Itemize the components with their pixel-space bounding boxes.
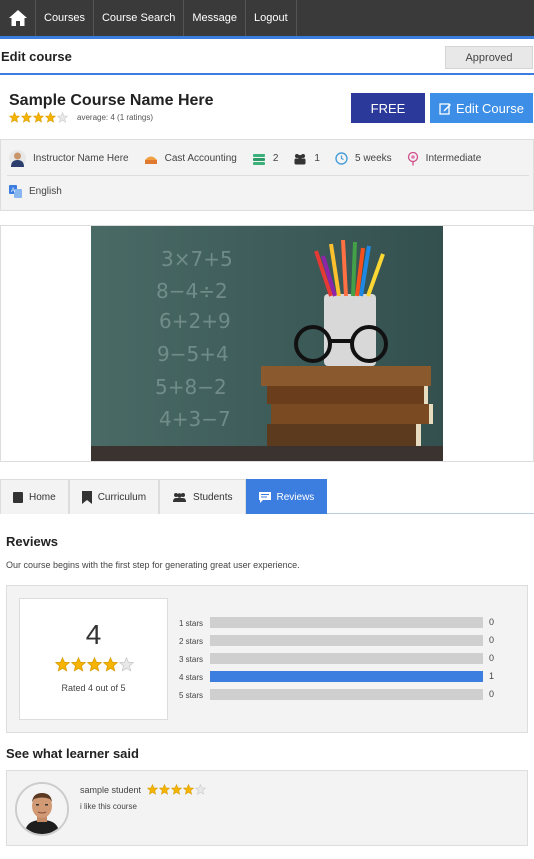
course-info-box: Instructor Name Here Cast Accounting 2 1… <box>0 139 534 211</box>
learner-comment: i like this course <box>80 802 137 811</box>
rating-bar-label: 5 stars <box>179 690 204 700</box>
rating-bar-count: 0 <box>489 617 495 627</box>
rating-bar-count: 1 <box>489 671 495 681</box>
top-nav: Courses Course Search Message Logout <box>0 0 534 36</box>
level-text: Intermediate <box>425 153 482 164</box>
tab-reviews[interactable]: Reviews <box>245 479 328 514</box>
nav-logout[interactable]: Logout <box>246 0 297 36</box>
info-instructor[interactable]: Instructor Name Here <box>9 150 129 167</box>
rating-bar-count: 0 <box>489 689 495 699</box>
lessons-stack-icon <box>252 153 266 165</box>
home-button[interactable] <box>0 0 36 36</box>
home-icon <box>8 10 27 26</box>
lessons-count: 2 <box>272 153 279 164</box>
rating-bar-track <box>210 617 483 628</box>
average-score: 4 <box>85 619 102 650</box>
users-icon <box>173 492 187 502</box>
tab-home[interactable]: Home <box>0 479 69 514</box>
category-icon <box>144 153 158 165</box>
score-card: 4 Rated 4 out of 5 <box>19 598 168 720</box>
score-text: Rated 4 out of 5 <box>61 683 126 693</box>
info-category[interactable]: Cast Accounting <box>144 153 237 165</box>
svg-text:4+3−7: 4+3−7 <box>159 407 231 431</box>
rating-bar-row: 5 stars 0 <box>179 689 494 701</box>
tab-reviews-label: Reviews <box>276 491 315 503</box>
students-count: 1 <box>314 153 320 164</box>
students-icon <box>293 153 307 165</box>
reviews-heading: Reviews <box>6 534 59 549</box>
edit-course-button[interactable]: Edit Course <box>430 93 533 123</box>
svg-text:9−5+4: 9−5+4 <box>157 342 229 366</box>
learner-heading: See what learner said <box>6 746 139 761</box>
clock-icon <box>335 152 348 165</box>
tab-curriculum-label: Curriculum <box>97 491 147 503</box>
tab-students-label: Students <box>193 491 233 503</box>
instructor-avatar-icon <box>9 150 26 167</box>
rating-bar-label: 2 stars <box>179 636 204 646</box>
info-divider <box>7 175 529 176</box>
course-title: Sample Course Name Here <box>9 92 214 109</box>
rating-bar-row: 1 stars 0 <box>179 617 494 629</box>
price-button[interactable]: FREE <box>351 93 425 123</box>
rating-bar-label: 3 stars <box>179 654 204 664</box>
nav-message[interactable]: Message <box>184 0 246 36</box>
language-icon: A <box>9 185 22 198</box>
rating-bar-count: 0 <box>489 653 495 663</box>
page-title: Edit course <box>1 49 72 64</box>
learner-name-row: sample student <box>80 784 207 795</box>
course-stars <box>9 112 69 123</box>
rating-bar-label: 4 stars <box>179 672 204 682</box>
learner-stars <box>147 784 207 795</box>
tab-home-label: Home <box>29 491 56 503</box>
course-tabs: Home Curriculum Students Reviews <box>0 479 534 514</box>
category-name: Cast Accounting <box>164 153 237 164</box>
learner-avatar <box>15 782 69 836</box>
language-text: English <box>29 186 62 197</box>
instructor-name: Instructor Name Here <box>33 153 129 164</box>
approved-status-button[interactable]: Approved <box>445 46 533 69</box>
course-image: 3×7+5 8−4÷2 6+2+9 9−5+4 5+8−2 4+3−7 <box>91 226 443 461</box>
svg-text:3×7+5: 3×7+5 <box>161 247 233 271</box>
tab-curriculum[interactable]: Curriculum <box>68 479 160 514</box>
rating-bar-row: 3 stars 0 <box>179 653 494 665</box>
rating-bar-track <box>210 689 483 700</box>
tab-students[interactable]: Students <box>159 479 246 514</box>
edit-icon <box>439 102 452 115</box>
svg-text:6+2+9: 6+2+9 <box>159 309 231 333</box>
course-rating-text: average: 4 (1 ratings) <box>77 113 154 122</box>
duration-text: 5 weeks <box>354 153 392 164</box>
nav-courses[interactable]: Courses <box>36 0 94 36</box>
rating-bar-label: 1 stars <box>179 618 204 628</box>
rating-bar-track <box>210 671 483 682</box>
course-rating: average: 4 (1 ratings) <box>9 112 153 123</box>
reviews-description: Our course begins with the first step fo… <box>6 560 300 570</box>
nav-course-search[interactable]: Course Search <box>94 0 185 36</box>
svg-text:8−4÷2: 8−4÷2 <box>156 279 228 303</box>
info-students: 1 <box>293 153 320 165</box>
rating-bar-track <box>210 635 483 646</box>
rating-bar-row: 2 stars 0 <box>179 635 494 647</box>
bookmark-icon <box>81 490 92 504</box>
rating-bar-count: 0 <box>489 635 495 645</box>
level-icon <box>407 151 419 166</box>
edit-course-label: Edit Course <box>456 100 524 116</box>
svg-text:A: A <box>11 188 15 194</box>
comment-icon <box>258 491 271 503</box>
info-level: Intermediate <box>407 151 482 166</box>
rating-bar-fill <box>210 671 483 682</box>
svg-text:5+8−2: 5+8−2 <box>155 375 227 399</box>
learner-name: sample student <box>80 784 142 795</box>
info-duration: 5 weeks <box>335 152 392 165</box>
info-lessons: 2 <box>252 153 279 165</box>
score-stars <box>55 657 135 672</box>
home-tab-icon <box>13 491 23 503</box>
rating-bar-track <box>210 653 483 664</box>
rating-bar-row: 4 stars 1 <box>179 671 494 683</box>
info-language: A English <box>9 185 62 198</box>
